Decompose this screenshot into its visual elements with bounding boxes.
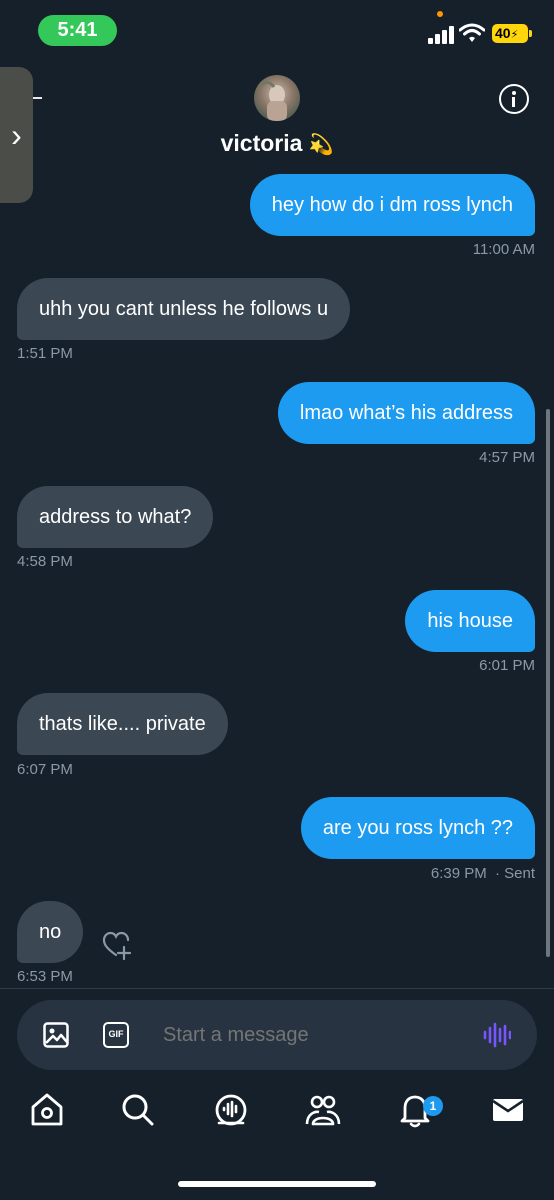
composer-divider	[0, 988, 554, 989]
spaces-icon[interactable]	[211, 1090, 251, 1130]
voice-message-icon[interactable]	[483, 1022, 511, 1048]
message-bubble-incoming[interactable]: address to what?	[17, 486, 214, 548]
message-bubble-outgoing[interactable]: his house	[405, 590, 535, 652]
status-bar: 5:41 40⚡	[0, 0, 554, 60]
gif-label: GIF	[108, 1029, 124, 1039]
message-bubble-incoming[interactable]: uhh you cant unless he follows u	[17, 278, 351, 340]
message-input[interactable]	[163, 1000, 428, 1070]
search-icon[interactable]	[118, 1090, 158, 1130]
battery-level: 40	[495, 25, 511, 41]
gif-icon[interactable]: GIF	[103, 1022, 129, 1048]
message-composer: GIF	[17, 1000, 537, 1070]
message-timestamp: 6:53 PM	[17, 968, 73, 985]
status-time: 5:41	[38, 15, 117, 46]
contact-name: victoria	[220, 130, 303, 156]
bottom-tab-bar	[0, 1090, 554, 1150]
heart-plus-icon[interactable]	[102, 930, 132, 960]
communities-icon[interactable]	[303, 1090, 343, 1130]
message-timestamp: 6:39 PM	[430, 865, 487, 882]
back-dash[interactable]	[33, 97, 42, 99]
message-timestamp: 1:51 PM	[17, 345, 73, 362]
message-timestamp: 6:07 PM	[17, 761, 73, 778]
avatar-photo	[260, 80, 287, 121]
info-icon[interactable]	[499, 84, 529, 114]
message-status: · Sent	[494, 865, 535, 882]
message-timestamp: 6:01 PM	[479, 657, 535, 674]
message-bubble-incoming[interactable]: thats like.... private	[17, 693, 228, 755]
message-bubble-incoming[interactable]: no	[17, 901, 84, 963]
message-bubble-outgoing[interactable]: are you ross lynch ??	[300, 797, 535, 859]
home-icon[interactable]	[27, 1090, 67, 1130]
message-timestamp: 4:58 PM	[17, 553, 73, 570]
battery-icon: 40⚡	[492, 24, 532, 43]
camera-indicator-dot	[437, 11, 443, 17]
notification-badge: 1	[423, 1096, 443, 1116]
contact-name-row[interactable]: victoria 💫	[0, 130, 554, 157]
image-icon[interactable]	[43, 1022, 69, 1048]
dizzy-emoji: 💫	[308, 134, 334, 156]
signal-icon	[428, 26, 456, 44]
message-bubble-outgoing[interactable]: lmao what’s his address	[277, 382, 535, 444]
message-timestamp: 4:57 PM	[479, 449, 535, 466]
home-indicator[interactable]	[178, 1181, 376, 1187]
scrollbar[interactable]	[546, 409, 550, 957]
message-bubble-outgoing[interactable]: hey how do i dm ross lynch	[249, 174, 535, 236]
messages-icon[interactable]	[488, 1090, 528, 1130]
wifi-icon	[459, 23, 485, 42]
contact-avatar[interactable]	[254, 75, 300, 121]
message-timestamp-row: 6:39 PM · Sent	[431, 865, 535, 882]
message-timestamp: 11:00 AM	[472, 241, 535, 258]
